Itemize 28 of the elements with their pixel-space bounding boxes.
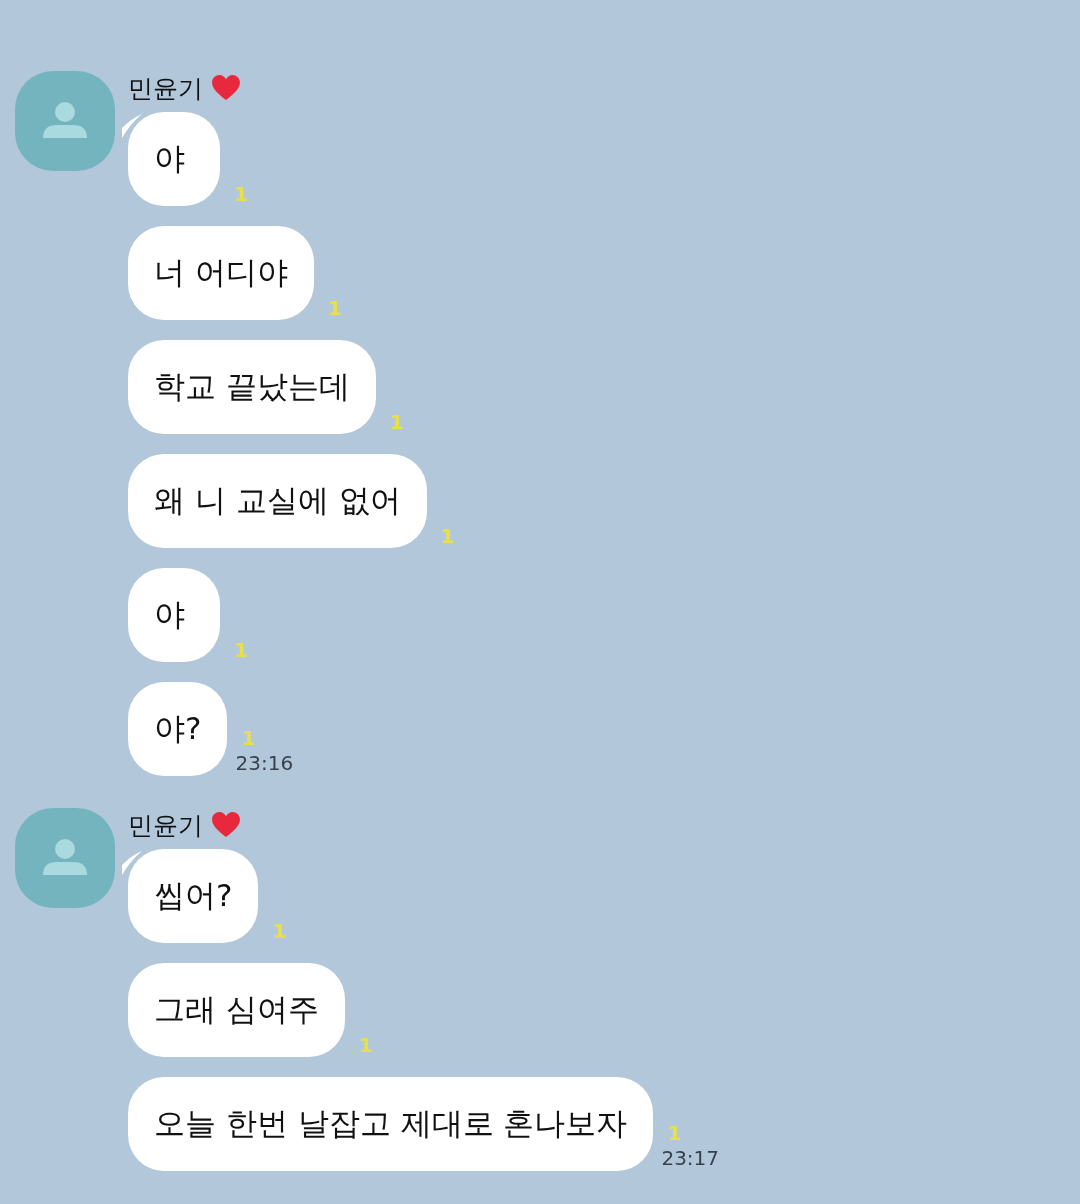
message-bubble: 왜 니 교실에 없어 [128,454,427,548]
person-icon [43,839,87,877]
unread-count: 1 [358,1033,373,1057]
unread-count: 1 [327,296,342,320]
heart-icon [211,812,241,838]
message-time: 23:16 [235,750,294,776]
sender-name: 민윤기 [128,809,203,842]
unread-count: 1 [241,726,257,750]
unread-count: 1 [234,638,248,662]
heart-icon [211,75,241,101]
message-time: 23:17 [661,1145,720,1171]
message-bubble: 학교 끝났는데 [128,340,376,434]
message-bubble: 야? [128,682,228,776]
unread-count: 1 [667,1121,683,1145]
unread-count: 1 [234,182,248,206]
unread-count: 1 [389,410,404,434]
message-bubble: 그래 심여주 [128,963,345,1057]
sender-name: 민윤기 [128,72,203,105]
avatar[interactable] [15,71,115,171]
unread-count: 1 [440,524,455,548]
message-bubble: 야 [128,568,220,662]
person-icon [43,102,87,140]
avatar[interactable] [15,808,115,908]
unread-count: 1 [272,919,287,943]
message-bubble: 야 [128,112,220,206]
message-bubble: 너 어디야 [128,226,314,320]
message-bubble: 씹어? [128,849,259,943]
message-bubble: 오늘 한번 날잡고 제대로 혼나보자 [128,1077,654,1171]
